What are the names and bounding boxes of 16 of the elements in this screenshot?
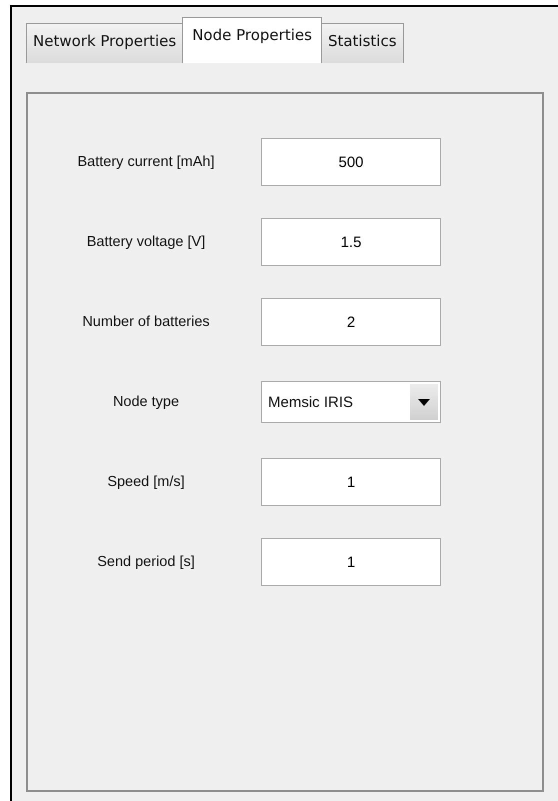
input-field[interactable]: 1.5 — [261, 218, 441, 266]
tab[interactable]: Network Properties — [26, 23, 184, 63]
field-label: Send period [s] — [96, 554, 196, 570]
caret-icon — [410, 384, 438, 420]
field-label: Node type — [112, 394, 180, 410]
input-field[interactable]: 1 — [261, 538, 441, 586]
input-field[interactable]: 1 — [261, 458, 441, 506]
node-type-dropdown[interactable]: Memsic IRIS — [261, 381, 441, 423]
input-field[interactable]: 500 — [261, 138, 441, 186]
field-label: Speed [m/s] — [106, 474, 186, 490]
tab[interactable]: Node Properties — [182, 17, 322, 63]
tab[interactable]: Statistics — [320, 23, 404, 63]
input-field[interactable]: 2 — [261, 298, 441, 346]
field-label: Battery voltage [V] — [86, 234, 206, 250]
field-label: Number of batteries — [81, 314, 211, 330]
field-label: Battery current [mAh] — [76, 154, 216, 170]
